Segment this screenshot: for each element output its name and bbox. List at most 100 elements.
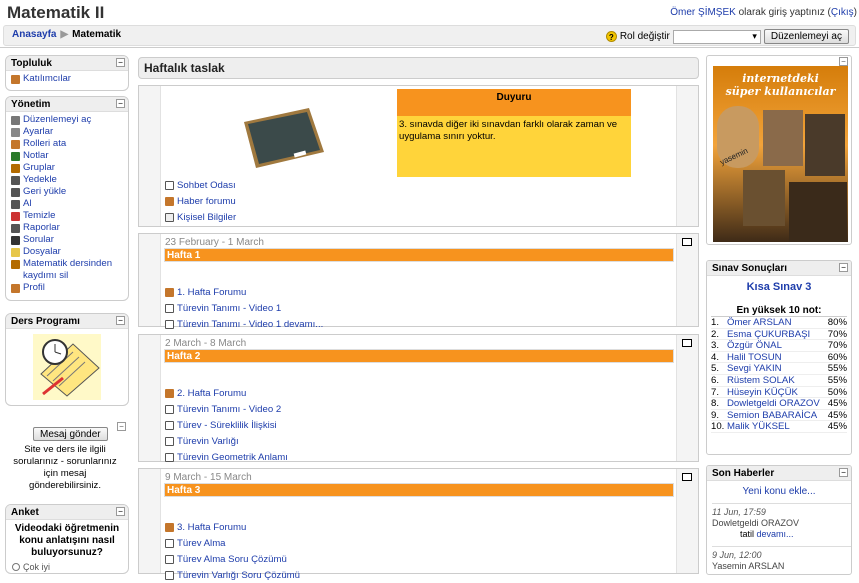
activity-link[interactable]: 3. Hafta Forumu [165,519,300,535]
week-date: 9 March - 15 March [165,472,252,483]
collapse-icon[interactable]: − [839,468,848,477]
son-haberler-block: Son Haberler − Yeni konu ekle... 11 Jun, … [706,465,852,575]
activity-link[interactable]: Türev Alma [165,535,300,551]
highlight-toggle-icon[interactable] [682,339,692,347]
user-link[interactable]: Ömer ŞİMŞEK [670,7,736,18]
mesaj-block: − Mesaj gönder Site ve ders ile ilgili s… [5,421,129,497]
collapse-icon[interactable]: − [116,58,125,67]
result-row: 9. Semion BABARAİCA 45% [711,409,847,422]
block-title: Topluluk [11,58,52,69]
activity-link[interactable]: Türev - Süreklilik İlişkisi [165,417,288,433]
activity-link[interactable]: Türevin Tanımı - Video 2 [165,401,288,417]
breadcrumb-separator-icon: ▶ [60,29,69,40]
activity-link[interactable]: Sohbet Odası [165,177,236,193]
yonetim-block: Yönetim − Düzenlemeyi aç Ayarlar Rolleri at… [5,96,129,301]
admin-link-5[interactable]: Yedekle [11,174,123,186]
collapse-icon[interactable]: − [839,57,848,66]
resource-icon [165,319,174,329]
collapse-icon[interactable]: − [116,316,125,325]
image-block: − internetdeki süper kullanıcılar yasemi… [706,55,852,245]
poll-option[interactable]: Çok iyi [6,562,128,572]
student-link[interactable]: Halil TOSUN [727,352,825,363]
blackboard-image [234,102,329,174]
highlight-toggle-icon[interactable] [682,238,692,246]
activity-link[interactable]: Türevin Tanımı - Video 1 [165,300,323,316]
login-info: Ömer ŞİMŞEK olarak giriş yaptınız (Çıkış… [670,7,857,18]
result-row: 2. Esma ÇUKURBAŞI 70% [711,328,847,341]
profile-icon [11,283,20,293]
student-link[interactable]: Dowletgeldi ORAZOV [727,398,825,409]
activity-link[interactable]: Kişisel Bilgiler [165,209,236,225]
admin-link-13[interactable]: Profil [11,282,123,294]
block-title: Yönetim [11,99,51,110]
quiz-link[interactable]: Kısa Sınav 3 [707,281,851,293]
result-row: 5. Sevgi YAKIN 55% [711,363,847,375]
roles-icon [11,139,20,149]
activity-link[interactable]: Türevin Varlığı [165,433,288,449]
schedule-image [33,334,101,400]
forum-icon [165,522,174,532]
section-week-2: 2 March - 8 March Hafta 2 2. Hafta Forum… [138,334,699,465]
student-link[interactable]: Özgür ÖNAL [727,340,825,351]
week-date: 2 March - 8 March [165,338,247,349]
highlight-toggle-icon[interactable] [682,473,692,481]
anket-block: Anket − Videodaki öğretmenin konu anlatış… [5,504,129,574]
message-info: Site ve ders ile ilgili sorularınız - so… [13,444,117,491]
student-link[interactable]: Ömer ARSLAN [727,317,825,328]
collapse-icon[interactable]: − [116,99,125,108]
role-select[interactable]: ▾ [672,29,761,44]
activity-link[interactable]: Türevin Tanımı - Video 1 devamı... [165,316,323,332]
section-week-1: 23 February - 1 March Hafta 1 1. Hafta F… [138,233,699,330]
resource-icon [165,420,174,430]
student-link[interactable]: Hüseyin KÜÇÜK [727,387,825,398]
admin-link-2[interactable]: Rolleri ata [11,138,123,150]
resource-icon [165,452,174,462]
send-message-button[interactable]: Mesaj gönder [33,427,108,441]
activity-link[interactable]: 2. Hafta Forumu [165,385,288,401]
breadcrumb-home[interactable]: Anasayfa [12,29,56,40]
results-subtitle: En yüksek 10 not: [711,305,847,317]
week-title: Hafta 3 [164,483,674,497]
block-title: Sınav Sonuçları [712,263,788,274]
student-link[interactable]: Malik YÜKSEL [727,421,825,432]
dropdown-arrow-icon: ▾ [752,31,757,41]
news-author: Yasemin ARSLAN [712,561,785,571]
news-more-link[interactable]: devamı... [757,529,794,539]
collapse-icon[interactable]: − [116,507,125,516]
add-topic-link[interactable]: Yeni konu ekle... [742,486,815,497]
participants-link[interactable]: Katılımcılar [11,73,123,85]
admin-link-6[interactable]: Geri yükle [11,186,123,198]
admin-link-7[interactable]: Al [11,198,123,210]
admin-link-9[interactable]: Raporlar [11,222,123,234]
activity-link[interactable]: Türevin Geometrik Anlamı [165,449,288,465]
people-icon [11,74,20,84]
student-link[interactable]: Semion BABARAİCA [727,410,825,421]
page-icon [165,212,174,222]
forum-icon [165,287,174,297]
admin-link-4[interactable]: Gruplar [11,162,123,174]
edit-mode-button[interactable]: Düzenlemeyi aç [763,29,849,44]
admin-link-3[interactable]: Notlar [11,150,123,162]
block-title: Ders Programı [11,316,80,327]
collapse-icon[interactable]: − [839,263,848,272]
admin-link-11[interactable]: Dosyalar [11,246,123,258]
block-title: Anket [11,507,39,518]
result-row: 4. Halil TOSUN 60% [711,351,847,364]
import-icon [11,199,20,209]
activity-link[interactable]: Türevin Varlığı Soru Çözümü [165,567,300,583]
radio-icon [12,563,20,571]
activity-link[interactable]: Haber forumu [165,193,236,209]
help-icon[interactable]: ? [605,31,617,42]
admin-link-10[interactable]: Sorular [11,234,123,246]
logout-link[interactable]: Çıkış [831,7,854,18]
activity-link[interactable]: 1. Hafta Forumu [165,284,323,300]
student-link[interactable]: Esma ÇUKURBAŞI [727,329,825,340]
activity-link[interactable]: Türev Alma Soru Çözümü [165,551,300,567]
student-link[interactable]: Sevgi YAKIN [727,363,825,374]
student-link[interactable]: Rüstem SOLAK [727,375,825,386]
admin-link-1[interactable]: Ayarlar [11,126,123,138]
admin-link-8[interactable]: Temizle [11,210,123,222]
admin-link-12[interactable]: Matematik dersinden kaydımı sil [11,258,123,282]
admin-link-0[interactable]: Düzenlemeyi aç [11,114,123,126]
collapse-icon[interactable]: − [117,422,126,431]
